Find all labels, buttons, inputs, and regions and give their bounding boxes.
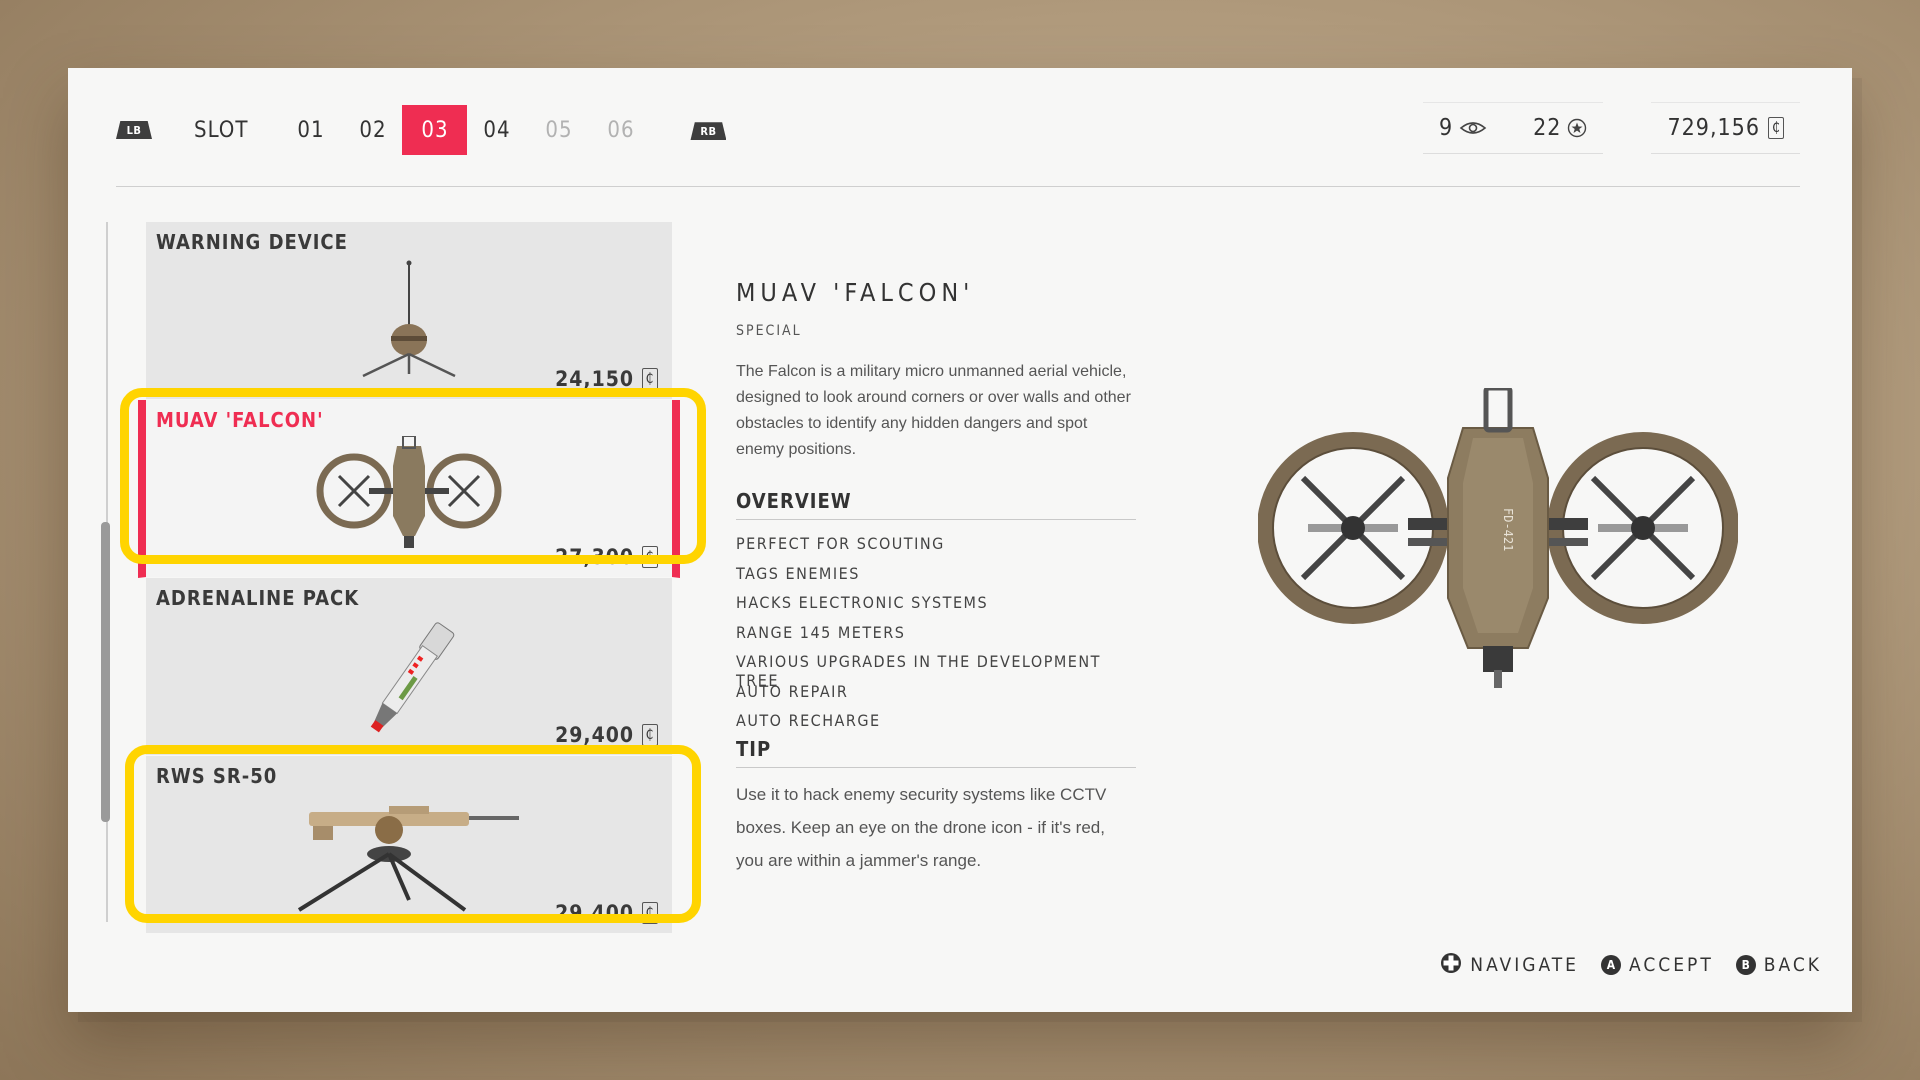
overview-item: HACKS ELECTRONIC SYSTEMS xyxy=(736,593,989,612)
header-divider xyxy=(116,186,1800,187)
slot-tab-01[interactable]: 01 xyxy=(278,105,343,155)
list-item-rws-sr-50[interactable]: RWS SR-50 29,400 ₵ xyxy=(146,756,672,934)
item-list: WARNING DEVICE 24,150 ₵ MUAV 'FALCON' 27… xyxy=(138,222,680,934)
drone-eye-icon xyxy=(1459,120,1487,136)
item-name: ADRENALINE PACK xyxy=(156,586,360,610)
overview-list: PERFECT FOR SCOUTING TAGS ENEMIES HACKS … xyxy=(736,534,1136,741)
tip-heading: TIP xyxy=(736,737,1136,768)
item-name: MUAV 'FALCON' xyxy=(156,408,324,432)
warning-device-icon xyxy=(146,258,672,378)
navigate-label: NAVIGATE xyxy=(1470,954,1579,976)
b-button-icon: B xyxy=(1735,955,1756,975)
back-prompt[interactable]: B BACK xyxy=(1735,954,1822,976)
drone-marking: FD-421 xyxy=(1501,508,1515,551)
slot-tab-06[interactable]: 06 xyxy=(588,105,653,155)
credit-icon: ₵ xyxy=(1768,117,1784,139)
overview-item: AUTO REPAIR xyxy=(736,681,849,701)
credit-icon: ₵ xyxy=(642,368,658,390)
item-price: 24,150 ₵ xyxy=(555,367,658,391)
slot-bar: LB SLOT 01 02 03 04 05 06 RB xyxy=(116,105,727,155)
item-price: 29,400 ₵ xyxy=(555,901,658,925)
slot-tab-04[interactable]: 04 xyxy=(464,105,529,155)
button-prompts: NAVIGATE A ACCEPT B BACK xyxy=(1418,952,1822,978)
credit-icon: ₵ xyxy=(642,546,658,568)
slot-tab-02[interactable]: 02 xyxy=(340,105,405,155)
overview-item: RANGE 145 METERS xyxy=(736,622,906,642)
scrollbar-thumb[interactable] xyxy=(101,522,110,822)
detail-title: MUAV 'FALCON' xyxy=(736,278,975,307)
tip-text: Use it to hack enemy security systems li… xyxy=(736,784,1107,870)
detail-description: The Falcon is a military micro unmanned … xyxy=(736,363,1131,458)
overview-item: TAGS ENEMIES xyxy=(736,563,860,583)
dpad-icon xyxy=(1440,952,1462,978)
list-item-adrenaline-pack[interactable]: ADRENALINE PACK 29,400 ₵ xyxy=(146,578,672,756)
detail-category: SPECIAL xyxy=(736,323,802,339)
lb-bumper-button[interactable]: LB xyxy=(116,121,152,139)
drone-icon xyxy=(146,436,672,548)
item-name: WARNING DEVICE xyxy=(156,230,348,254)
navigate-prompt[interactable]: NAVIGATE xyxy=(1440,952,1579,978)
accept-prompt[interactable]: A ACCEPT xyxy=(1600,954,1714,976)
slot-label: SLOT xyxy=(194,117,249,143)
credits-value: 729,156 xyxy=(1667,115,1760,141)
overview-item: PERFECT FOR SCOUTING xyxy=(736,534,945,553)
loadout-panel: LB SLOT 01 02 03 04 05 06 RB 9 22 729,15… xyxy=(68,68,1852,1012)
overview-item: VARIOUS UPGRADES IN THE DEVELOPMENT TREE xyxy=(736,652,1101,690)
slot-tab-03[interactable]: 03 xyxy=(402,105,468,155)
rb-bumper-button[interactable]: RB xyxy=(690,122,727,141)
item-detail: MUAV 'FALCON' SPECIAL The Falcon is a mi… xyxy=(736,278,1136,877)
resource-counters: 9 22 xyxy=(1422,102,1604,154)
back-label: BACK xyxy=(1763,954,1822,976)
drone-count: 9 xyxy=(1438,115,1454,141)
adrenaline-pack-icon xyxy=(146,614,672,733)
turret-icon xyxy=(146,792,672,912)
list-item-muav-falcon[interactable]: MUAV 'FALCON' 27,300 ₵ xyxy=(138,400,680,578)
player-stats: 9 22 729,156 ₵ xyxy=(1422,102,1800,154)
item-price: 27,300 ₵ xyxy=(555,545,658,569)
credit-icon: ₵ xyxy=(642,724,658,746)
item-price: 29,400 ₵ xyxy=(555,723,658,747)
list-item-warning-device[interactable]: WARNING DEVICE 24,150 ₵ xyxy=(146,222,672,400)
skill-point-count: 22 xyxy=(1533,115,1562,141)
slot-tab-05[interactable]: 05 xyxy=(526,105,591,155)
credit-icon: ₵ xyxy=(642,902,658,924)
a-button-icon: A xyxy=(1600,955,1621,975)
credits-box: 729,156 ₵ xyxy=(1651,102,1800,154)
star-icon xyxy=(1567,118,1587,138)
overview-heading: OVERVIEW xyxy=(736,489,1136,520)
item-name: RWS SR-50 xyxy=(156,764,278,788)
drone-preview: FD-421 xyxy=(1257,385,1739,693)
accept-label: ACCEPT xyxy=(1628,954,1714,976)
